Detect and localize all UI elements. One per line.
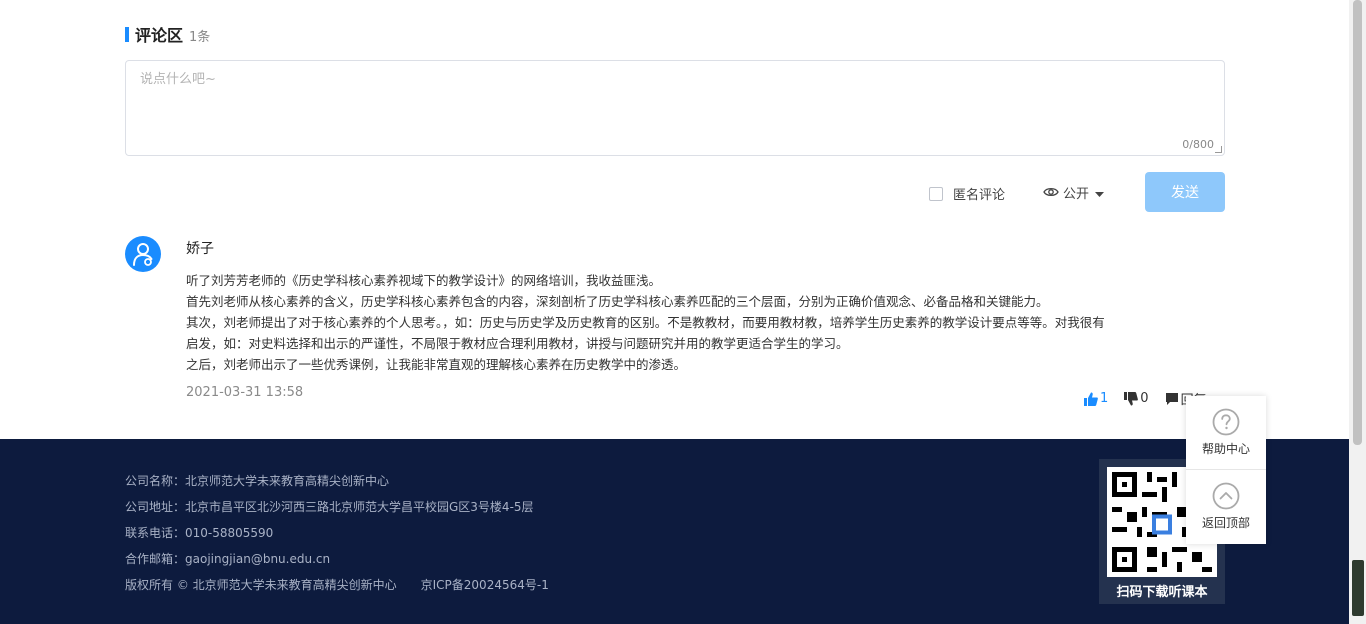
comments-header: 评论区 1条 [125, 22, 210, 46]
footer-address: 公司地址：北京市昌平区北沙河西三路北京师范大学昌平校园G区3号楼4-5层 [125, 500, 534, 514]
footer-copyright: 版权所有 © 北京师范大学未来教育高精尖创新中心 京ICP备20024564号-… [125, 578, 549, 592]
title-accent-bar [125, 26, 129, 42]
comment-line: 之后，刘老师出示了一些优秀课例，让我能非常直观的理解核心素养在历史教学中的渗透。 [186, 357, 687, 372]
comments-count: 1条 [189, 29, 211, 45]
back-to-top-label: 返回顶部 [1201, 516, 1250, 530]
comment-content: 听了刘芳芳老师的《历史学科核心素养视域下的教学设计》的网络培训，我收益匪浅。 首… [186, 270, 1226, 375]
comments-title: 评论区 [135, 26, 184, 45]
footer-email: 合作邮箱：gaojingjian@bnu.edu.cn [125, 552, 331, 566]
thumbs-up-icon [1084, 392, 1098, 406]
user-icon [133, 243, 153, 266]
comment-controls: 匿名评论 公开 发送 [0, 172, 1349, 212]
anonymous-label: 匿名评论 [953, 188, 1006, 203]
corner-widget [1352, 560, 1364, 616]
avatar [125, 236, 161, 272]
comment-input[interactable] [126, 61, 1224, 155]
send-button[interactable]: 发送 [1145, 172, 1225, 212]
comment-icon [1165, 392, 1178, 405]
main-content: 评论区 1条 0/800 匿名评论 公开 发送 [0, 0, 1349, 439]
visibility-label: 公开 [1063, 187, 1090, 202]
like-button[interactable]: 1 [1084, 391, 1108, 406]
comment-line: 其次，刘老师提出了对于核心素养的个人思考。，如：历史与历史学及历史教育的区别。不… [186, 315, 1105, 330]
page: 评论区 1条 0/800 匿名评论 公开 发送 [0, 0, 1366, 624]
dislike-button[interactable]: 0 [1124, 391, 1149, 406]
caret-down-icon [1095, 183, 1105, 202]
comment-date: 2021-03-31 13:58 [186, 385, 304, 400]
anonymous-checkbox[interactable]: 匿名评论 [929, 184, 1005, 203]
question-icon [1212, 408, 1240, 436]
like-count: 1 [1100, 391, 1109, 406]
help-center-label: 帮助中心 [1201, 442, 1250, 456]
char-counter: 0/800 [1182, 138, 1214, 151]
visibility-dropdown[interactable]: 公开 [1043, 183, 1105, 202]
comment-line: 启发，如：对史料选择和出示的严谨性，不局限于教材应合理利用教材，讲授与问题研究并… [186, 336, 849, 351]
help-center-button[interactable]: 帮助中心 [1186, 396, 1266, 469]
footer-phone: 联系电话：010-58805590 [125, 526, 274, 540]
comment-line: 听了刘芳芳老师的《历史学科核心素养视域下的教学设计》的网络培训，我收益匪浅。 [186, 273, 662, 288]
dislike-count: 0 [1140, 391, 1149, 406]
scrollbar[interactable] [1349, 0, 1366, 624]
back-to-top-button[interactable]: 返回顶部 [1186, 470, 1266, 543]
scrollbar-thumb[interactable] [1353, 0, 1362, 445]
qr-label: 扫码下载听课本 [1116, 585, 1208, 600]
comment-box: 0/800 [125, 60, 1225, 156]
thumbs-down-icon [1124, 391, 1139, 405]
chevron-up-icon [1212, 482, 1240, 510]
side-panel: 帮助中心 返回顶部 [1186, 396, 1266, 544]
resize-handle[interactable] [1215, 146, 1222, 153]
checkbox-box[interactable] [929, 186, 943, 201]
footer-company-name: 公司名称：北京师范大学未来教育高精尖创新中心 [125, 474, 390, 488]
comment-author[interactable]: 娇子 [186, 238, 214, 258]
comment-line: 首先刘老师从核心素养的含义，历史学科核心素养包含的内容，深刻剖析了历史学科核心素… [186, 294, 1049, 309]
eye-icon [1043, 183, 1059, 202]
